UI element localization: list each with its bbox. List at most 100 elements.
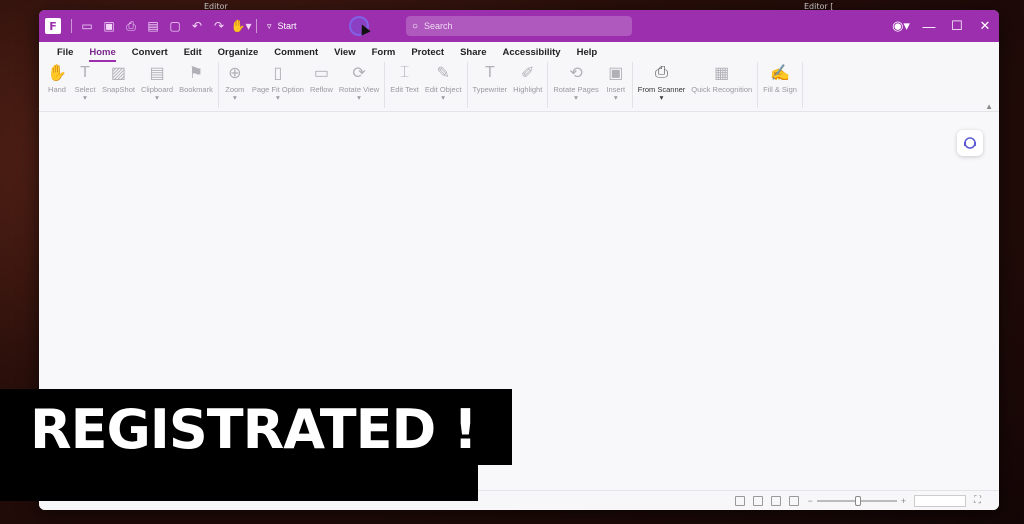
insert-button[interactable]: ▣ Insert ▾ xyxy=(602,62,630,101)
ribbon-button-label: Hand xyxy=(48,85,66,94)
chevron-down-icon: ▾ xyxy=(83,93,87,102)
maximize-icon[interactable]: ☐ xyxy=(943,10,971,42)
save-icon[interactable]: ▣ xyxy=(98,15,120,37)
menu-organize[interactable]: Organize xyxy=(210,47,267,58)
close-icon[interactable]: ✕ xyxy=(971,10,999,42)
clipboard-icon: ▤ xyxy=(149,65,165,82)
single-page-view-icon[interactable] xyxy=(735,495,746,506)
menu-share[interactable]: Share xyxy=(452,47,494,58)
edit-object-button[interactable]: ✎ Edit Object ▾ xyxy=(422,62,465,101)
search-icon: ○ xyxy=(412,20,419,32)
chevron-down-icon: ▾ xyxy=(574,93,578,102)
ribbon-button-label: Reflow xyxy=(309,85,333,94)
page-fit-button[interactable]: ▯ Page Fit Option ▾ xyxy=(249,62,307,101)
ribbon-group: T Typewriter ✐ Highlight xyxy=(470,62,549,108)
menu-bar: File Home Convert Edit Organize Comment View Fo… xyxy=(39,43,999,62)
title-separator xyxy=(71,19,72,33)
highlight-icon: ✐ xyxy=(521,65,535,82)
menu-accessibility[interactable]: Accessibility xyxy=(494,47,568,58)
rotate-view-button[interactable]: ⟳ Rotate View ▾ xyxy=(336,62,382,101)
title-bar: F ▭ ▣ ⎙ ▤ ▢ ↶ ↷ ✋▾ ▿ Start ○ ◉▾ — ☐ ✕ xyxy=(39,10,999,42)
zoom-out-icon[interactable]: − xyxy=(807,496,812,506)
chevron-down-icon: ▾ xyxy=(441,93,446,102)
ribbon-group: ⌶ Edit Text ✎ Edit Object ▾ xyxy=(387,62,468,108)
select-button[interactable]: T Select ▾ xyxy=(71,62,99,101)
fill-sign-icon: ✍ xyxy=(770,65,791,82)
menu-form[interactable]: Form xyxy=(364,47,404,58)
rotate-view-icon: ⟳ xyxy=(352,65,366,82)
scanner-button[interactable]: ⎙ From Scanner ▾ xyxy=(635,62,689,101)
page-fit-icon: ▯ xyxy=(273,65,283,82)
ribbon-group: ✍ Fill & Sign xyxy=(760,62,803,108)
search-input[interactable] xyxy=(424,21,605,31)
zoom-button[interactable]: ⊕ Zoom ▾ xyxy=(221,62,249,101)
edit-text-button[interactable]: ⌶ Edit Text xyxy=(387,62,422,95)
ribbon-button-label: Fill & Sign xyxy=(763,85,797,94)
window-controls: ◉▾ — ☐ ✕ xyxy=(887,10,999,42)
ribbon-button-label: Quick Recognition xyxy=(691,85,753,94)
menu-file[interactable]: File xyxy=(49,47,81,58)
chevron-down-icon: ▾ xyxy=(613,93,618,102)
ocr-icon: ▦ xyxy=(714,65,730,82)
undo-icon[interactable]: ↶ xyxy=(186,15,208,37)
menu-help[interactable]: Help xyxy=(569,47,606,58)
bookmark-button[interactable]: ⚑ Bookmark xyxy=(176,62,216,95)
search-box[interactable]: ○ xyxy=(406,16,632,36)
bookmark-icon: ⚑ xyxy=(188,65,204,82)
open-folder-icon[interactable]: ▭ xyxy=(76,15,98,37)
two-page-view-icon[interactable] xyxy=(771,495,782,506)
new-icon[interactable]: ▢ xyxy=(164,15,186,37)
hand-button[interactable]: ✋ Hand xyxy=(43,62,71,95)
start-button[interactable]: ▿ Start xyxy=(267,21,297,32)
typewriter-icon: T xyxy=(484,64,495,81)
highlight-button[interactable]: ✐ Highlight xyxy=(510,62,545,95)
collapse-ribbon-icon[interactable]: ▲ xyxy=(985,102,993,111)
hand-icon: ✋ xyxy=(47,65,67,82)
ocr-button[interactable]: ▦ Quick Recognition xyxy=(688,62,755,95)
hand-dropdown-icon[interactable]: ✋▾ xyxy=(230,15,252,37)
zoom-track[interactable] xyxy=(816,495,897,506)
chevron-down-icon: ▾ xyxy=(276,93,280,102)
ribbon-group: ⎙ From Scanner ▾ ▦ Quick Recognition xyxy=(635,62,759,108)
chevron-down-icon: ▾ xyxy=(155,93,159,102)
title-separator xyxy=(256,19,257,33)
chevron-down-icon: ▾ xyxy=(357,93,361,102)
overlay-banner-text: REGISTRATED ! xyxy=(30,398,478,461)
export-icon[interactable]: ▤ xyxy=(142,15,164,37)
menu-convert[interactable]: Convert xyxy=(124,47,176,58)
snapshot-button[interactable]: ▨ SnapShot xyxy=(99,62,138,95)
chevron-down-icon: ▿ xyxy=(267,20,272,31)
zoom-thumb[interactable] xyxy=(854,495,861,506)
menu-edit[interactable]: Edit xyxy=(176,47,210,58)
menu-view[interactable]: View xyxy=(326,47,363,58)
menu-comment[interactable]: Comment xyxy=(266,47,326,58)
fullscreen-icon[interactable]: ⛶ xyxy=(974,495,981,506)
ribbon-group: ⊕ Zoom ▾ ▯ Page Fit Option ▾ ▭ Reflow ⟳ Rotate Vi… xyxy=(221,62,386,108)
print-icon[interactable]: ⎙ xyxy=(120,15,142,37)
continuous-view-icon[interactable] xyxy=(753,495,764,506)
scanner-icon: ⎙ xyxy=(655,64,668,81)
edit-text-icon: ⌶ xyxy=(399,64,410,81)
account-icon[interactable]: ◉▾ xyxy=(887,10,915,42)
zoom-level-field[interactable] xyxy=(914,494,966,507)
menu-home[interactable]: Home xyxy=(81,47,123,62)
reflow-icon: ▭ xyxy=(313,65,329,82)
typewriter-button[interactable]: T Typewriter xyxy=(470,62,511,95)
reflow-button[interactable]: ▭ Reflow xyxy=(307,62,336,95)
redo-icon[interactable]: ↷ xyxy=(208,15,230,37)
ai-assistant-icon[interactable] xyxy=(957,130,983,156)
zoom-in-icon[interactable]: + xyxy=(901,496,906,506)
start-label: Start xyxy=(277,21,297,31)
snapshot-icon: ▨ xyxy=(110,65,127,82)
rotate-pages-button[interactable]: ⟲ Rotate Pages ▾ xyxy=(550,62,601,101)
fill-sign-button[interactable]: ✍ Fill & Sign xyxy=(760,62,800,95)
rotate-pages-icon: ⟲ xyxy=(569,65,583,82)
minimize-icon[interactable]: — xyxy=(915,10,943,42)
zoom-slider[interactable]: − + xyxy=(807,495,906,506)
clipboard-button[interactable]: ▤ Clipboard ▾ xyxy=(138,62,176,101)
ribbon-group: ⟲ Rotate Pages ▾ ▣ Insert ▾ xyxy=(550,62,633,108)
app-logo-icon[interactable]: F xyxy=(45,18,61,34)
menu-protect[interactable]: Protect xyxy=(403,47,452,58)
app-logo-letter: F xyxy=(49,19,57,33)
two-page-continuous-icon[interactable] xyxy=(789,495,800,506)
